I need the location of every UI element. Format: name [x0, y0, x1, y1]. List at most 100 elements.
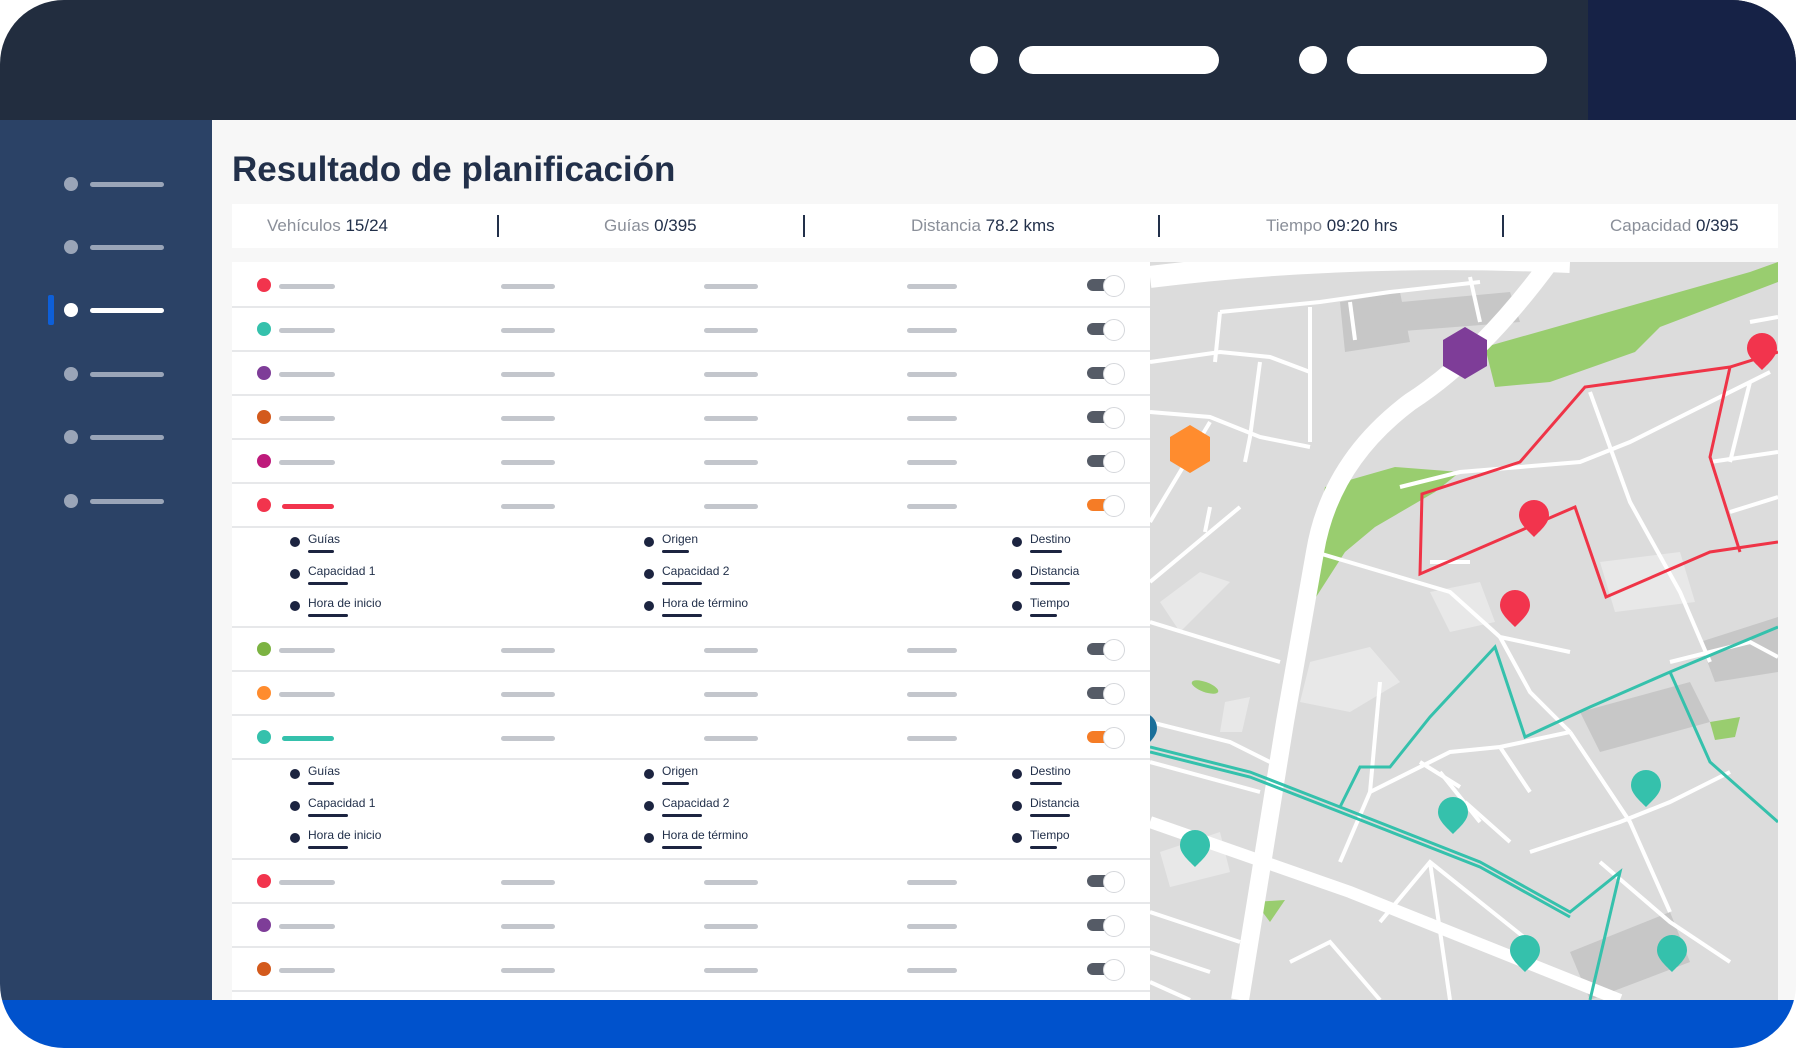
- vehicle-color-dot: [257, 278, 271, 292]
- cell-placeholder: [907, 504, 957, 509]
- detail-value-placeholder: [308, 846, 348, 849]
- sidebar-item-1[interactable]: [64, 177, 164, 191]
- sidebar-item-label: [90, 182, 164, 187]
- vehicle-toggle[interactable]: [1087, 451, 1125, 473]
- detail-value-placeholder: [662, 550, 689, 553]
- toggle-knob: [1103, 451, 1125, 473]
- stat-divider: [497, 215, 499, 237]
- detail-label: Distancia: [1030, 564, 1080, 578]
- detail-value-placeholder: [308, 814, 348, 817]
- vehicle-toggle[interactable]: [1087, 959, 1125, 981]
- vehicle-row[interactable]: [232, 482, 1150, 528]
- vehicle-toggle[interactable]: [1087, 319, 1125, 341]
- sidebar-item-5[interactable]: [64, 430, 164, 444]
- sidebar-item-icon: [64, 177, 78, 191]
- vehicle-row[interactable]: [232, 262, 1150, 308]
- detail-label: Origen: [662, 764, 699, 778]
- vehicle-toggle[interactable]: [1087, 871, 1125, 893]
- stat-value: 0/395: [654, 216, 697, 235]
- top-bar-menu-2[interactable]: [1347, 46, 1547, 74]
- cell-placeholder: [501, 460, 555, 465]
- top-bar-corner: [1588, 0, 1796, 120]
- vehicle-row[interactable]: [232, 626, 1150, 672]
- cell-placeholder: [501, 416, 555, 421]
- vehicle-color-dot: [257, 962, 271, 976]
- sidebar-item-2[interactable]: [64, 240, 164, 254]
- cell-placeholder: [282, 736, 334, 741]
- vehicle-toggle[interactable]: [1087, 727, 1125, 749]
- vehicle-toggle[interactable]: [1087, 639, 1125, 661]
- route-map[interactable]: [1150, 262, 1778, 1000]
- cell-placeholder: [907, 648, 957, 653]
- vehicle-row[interactable]: [232, 670, 1150, 716]
- sidebar-item-label: [90, 308, 164, 313]
- vehicle-toggle[interactable]: [1087, 495, 1125, 517]
- vehicle-row[interactable]: [232, 350, 1150, 396]
- cell-placeholder: [501, 880, 555, 885]
- stat-label: Tiempo: [1266, 216, 1323, 235]
- vehicle-color-dot: [257, 686, 271, 700]
- vehicle-toggle[interactable]: [1087, 407, 1125, 429]
- vehicle-row[interactable]: [232, 394, 1150, 440]
- cell-placeholder: [704, 880, 758, 885]
- vehicle-color-dot: [257, 498, 271, 512]
- cell-placeholder: [704, 692, 758, 697]
- vehicle-row[interactable]: [232, 946, 1150, 992]
- vehicle-color-dot: [257, 322, 271, 336]
- cell-placeholder: [501, 372, 555, 377]
- cell-placeholder: [907, 736, 957, 741]
- stats-bar: Vehículos 15/24 Guías 0/395 Distancia 78…: [232, 204, 1778, 248]
- stat-label: Capacidad: [1610, 216, 1692, 235]
- map-canvas[interactable]: [1150, 262, 1778, 1000]
- cell-placeholder: [704, 416, 758, 421]
- detail-value-placeholder: [1030, 814, 1070, 817]
- detail-bullet: [290, 769, 300, 779]
- vehicle-color-dot: [257, 642, 271, 656]
- detail-value-placeholder: [662, 782, 689, 785]
- detail-bullet: [290, 833, 300, 843]
- cell-placeholder: [501, 924, 555, 929]
- sidebar-item-3-active[interactable]: [64, 303, 164, 317]
- main-content: Resultado de planificación Vehículos 15/…: [212, 120, 1796, 1000]
- cell-placeholder: [501, 504, 555, 509]
- detail-value-placeholder: [662, 814, 702, 817]
- vehicle-row[interactable]: [232, 306, 1150, 352]
- cell-placeholder: [704, 328, 758, 333]
- toggle-knob: [1103, 407, 1125, 429]
- sidebar-item-4[interactable]: [64, 367, 164, 381]
- detail-label: Tiempo: [1030, 828, 1070, 842]
- vehicle-row[interactable]: [232, 714, 1150, 760]
- cell-placeholder: [907, 284, 957, 289]
- stat-label: Vehículos: [267, 216, 341, 235]
- top-bar-avatar-2[interactable]: [1299, 46, 1327, 74]
- vehicle-toggle[interactable]: [1087, 915, 1125, 937]
- cell-placeholder: [704, 648, 758, 653]
- top-bar-avatar-1[interactable]: [970, 46, 998, 74]
- stat-vehiculos: Vehículos 15/24: [267, 216, 388, 236]
- sidebar-item-6[interactable]: [64, 494, 164, 508]
- vehicle-toggle[interactable]: [1087, 683, 1125, 705]
- stat-value: 78.2 kms: [985, 216, 1055, 235]
- toggle-knob: [1103, 495, 1125, 517]
- detail-bullet: [290, 569, 300, 579]
- detail-bullet: [1012, 769, 1022, 779]
- sidebar-item-icon: [64, 494, 78, 508]
- sidebar: [0, 120, 212, 1000]
- stat-value: 0/395: [1696, 216, 1739, 235]
- cell-placeholder: [704, 460, 758, 465]
- detail-value-placeholder: [662, 846, 702, 849]
- vehicle-row[interactable]: [232, 438, 1150, 484]
- top-bar-menu-1[interactable]: [1019, 46, 1219, 74]
- detail-label: Capacidad 1: [308, 796, 376, 810]
- detail-bullet: [644, 801, 654, 811]
- cell-placeholder: [501, 648, 555, 653]
- vehicle-row[interactable]: [232, 902, 1150, 948]
- vehicle-toggle[interactable]: [1087, 363, 1125, 385]
- vehicle-row[interactable]: [232, 858, 1150, 904]
- vehicle-toggle[interactable]: [1087, 275, 1125, 297]
- cell-placeholder: [279, 648, 335, 653]
- detail-label: Hora de término: [662, 596, 749, 610]
- sidebar-item-label: [90, 435, 164, 440]
- cell-placeholder: [907, 460, 957, 465]
- detail-label: Destino: [1030, 532, 1071, 546]
